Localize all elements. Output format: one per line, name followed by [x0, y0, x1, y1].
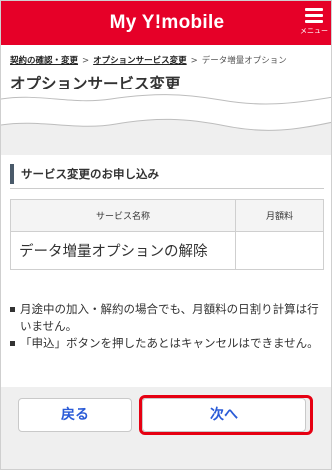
menu-label: メニュー: [300, 27, 328, 35]
breadcrumb-link-contract[interactable]: 契約の確認・変更: [10, 56, 78, 66]
breadcrumb-link-option-service[interactable]: オプションサービス変更: [93, 56, 187, 66]
divider: [10, 188, 324, 189]
service-table: サービス名称 月額料 データ増量オプションの解除: [10, 199, 324, 270]
breadcrumb: 契約の確認・変更 > オプションサービス変更 > データ増量オプション: [10, 54, 330, 66]
monthly-fee-cell: [235, 231, 324, 270]
table-header-row: サービス名称 月額料: [10, 199, 324, 232]
breadcrumb-separator: >: [82, 56, 90, 66]
breadcrumb-separator: >: [190, 56, 198, 66]
section-heading: サービス変更のお申し込み: [10, 164, 322, 184]
breadcrumb-current: データ増量オプション: [201, 56, 287, 66]
notes-list: 月途中の加入・解約の場合でも、月額料の日割り計算は行いません。 「申込」ボタンを…: [10, 301, 326, 352]
hamburger-icon: [305, 8, 323, 24]
menu-button[interactable]: メニュー: [299, 6, 329, 40]
application-card: サービス変更のお申し込み サービス名称 月額料 データ増量オプションの解除 月途…: [1, 155, 331, 387]
page-frame: My Y!mobile メニュー 契約の確認・変更 > オプションサービス変更 > デー…: [0, 0, 332, 470]
column-header-service-name: サービス名称: [10, 199, 236, 232]
service-name-cell: データ増量オプションの解除: [10, 231, 236, 270]
back-button[interactable]: 戻る: [18, 398, 132, 432]
note-item: 月途中の加入・解約の場合でも、月額料の日割り計算は行いません。: [10, 301, 326, 335]
column-header-monthly-fee: 月額料: [235, 199, 324, 232]
table-row: データ増量オプションの解除: [10, 231, 324, 270]
next-button[interactable]: 次へ: [142, 398, 306, 432]
app-header: My Y!mobile メニュー: [1, 1, 331, 45]
note-item: 「申込」ボタンを押したあとはキャンセルはできません。: [10, 335, 326, 352]
main-content: サービス変更のお申し込み サービス名称 月額料 データ増量オプションの解除 月途…: [1, 135, 331, 469]
torn-page-divider: [1, 89, 331, 135]
brand-logo[interactable]: My Y!mobile: [1, 12, 331, 34]
